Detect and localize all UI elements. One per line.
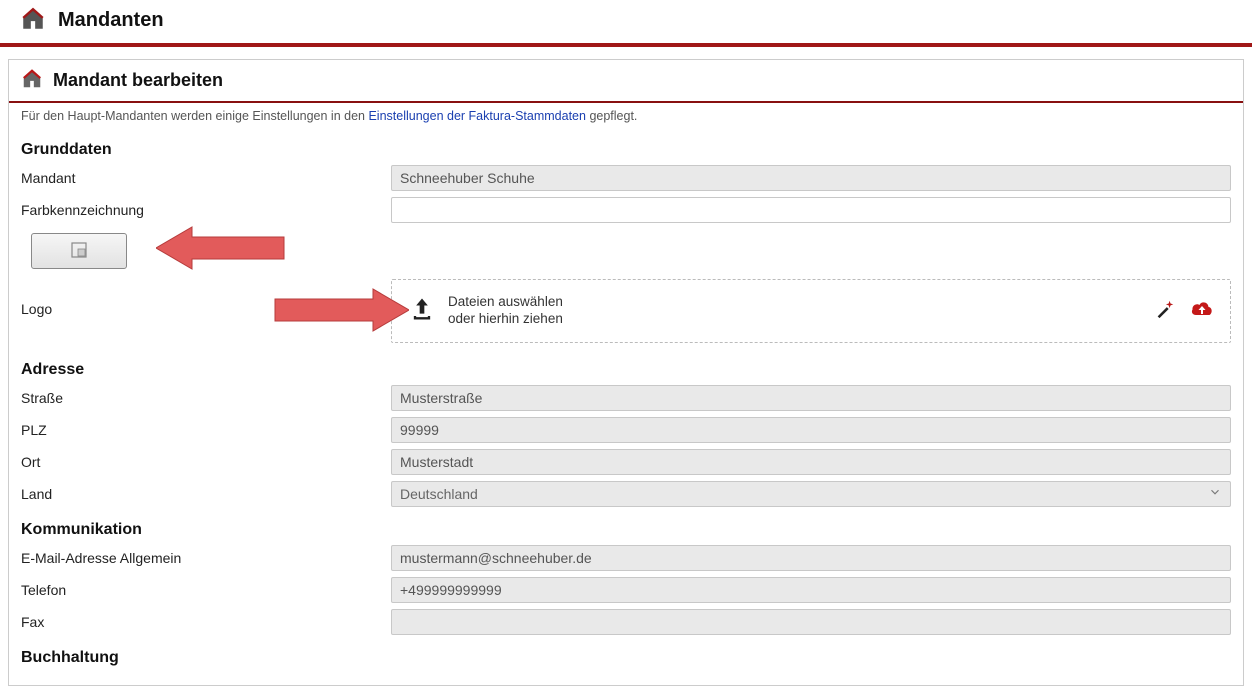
info-bar: Für den Haupt-Mandanten werden einige Ei…	[9, 103, 1243, 129]
dropzone-line1: Dateien auswählen	[448, 294, 563, 311]
edit-panel: Mandant bearbeiten Für den Haupt-Mandant…	[8, 59, 1244, 686]
label-land: Land	[21, 486, 391, 502]
color-swatch-icon	[70, 241, 88, 262]
magic-wand-icon[interactable]	[1154, 298, 1176, 323]
section-grunddaten: Grunddaten	[21, 141, 1231, 159]
info-prefix: Für den Haupt-Mandanten werden einige Ei…	[21, 109, 368, 123]
land-value: Deutschland	[400, 486, 478, 502]
email-field[interactable]	[391, 545, 1231, 571]
page-topbar: Mandanten	[0, 0, 1252, 47]
farbkennzeichnung-field[interactable]	[391, 197, 1231, 223]
home-icon[interactable]	[21, 68, 43, 93]
plz-field[interactable]	[391, 417, 1231, 443]
label-strasse: Straße	[21, 390, 391, 406]
section-buchhaltung: Buchhaltung	[21, 649, 1231, 667]
label-plz: PLZ	[21, 422, 391, 438]
fax-field[interactable]	[391, 609, 1231, 635]
annotation-arrow	[273, 287, 409, 336]
panel-header: Mandant bearbeiten	[9, 60, 1243, 103]
dropzone-line2: oder hierhin ziehen	[448, 311, 563, 328]
color-picker-button[interactable]	[31, 233, 127, 269]
home-icon[interactable]	[20, 6, 46, 35]
upload-icon	[408, 295, 436, 326]
label-farbkennzeichnung: Farbkennzeichnung	[21, 202, 391, 218]
section-kommunikation: Kommunikation	[21, 521, 1231, 539]
ort-field[interactable]	[391, 449, 1231, 475]
chevron-down-icon	[1208, 485, 1222, 502]
label-mandant: Mandant	[21, 170, 391, 186]
label-telefon: Telefon	[21, 582, 391, 598]
label-email: E-Mail-Adresse Allgemein	[21, 550, 391, 566]
panel-title: Mandant bearbeiten	[53, 70, 223, 91]
page-title: Mandanten	[58, 9, 164, 32]
strasse-field[interactable]	[391, 385, 1231, 411]
telefon-field[interactable]	[391, 577, 1231, 603]
info-suffix: gepflegt.	[589, 109, 637, 123]
mandant-field[interactable]	[391, 165, 1231, 191]
label-ort: Ort	[21, 454, 391, 470]
info-link[interactable]: Einstellungen der Faktura-Stammdaten	[368, 109, 585, 123]
section-adresse: Adresse	[21, 361, 1231, 379]
land-select[interactable]: Deutschland	[391, 481, 1231, 507]
label-fax: Fax	[21, 614, 391, 630]
cloud-upload-icon[interactable]	[1190, 299, 1214, 322]
annotation-arrow	[156, 225, 286, 274]
logo-dropzone[interactable]: Dateien auswählen oder hierhin ziehen	[391, 279, 1231, 343]
